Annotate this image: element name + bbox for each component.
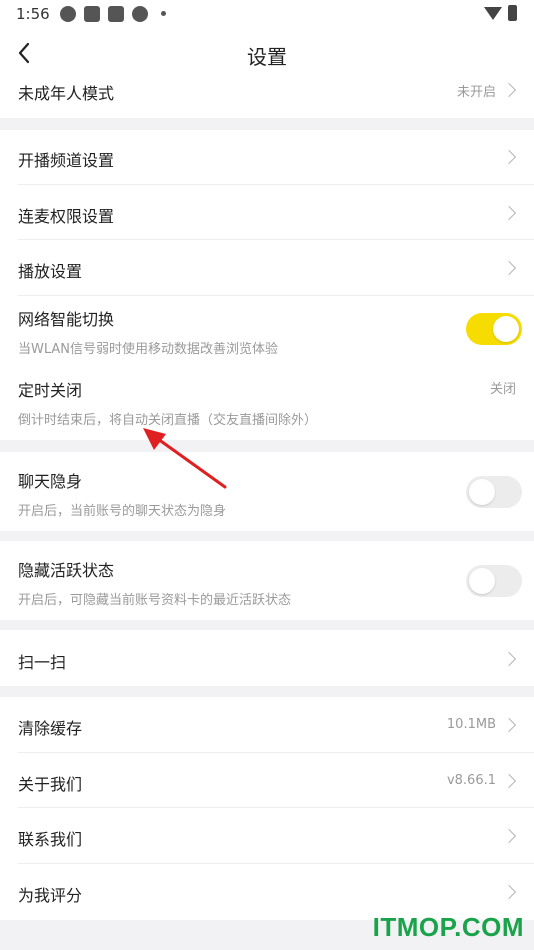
toggle-knob (469, 479, 495, 505)
chevron-right-icon (501, 828, 517, 844)
settings-row-playback[interactable]: 播放设置 (0, 240, 534, 296)
page-title: 设置 (247, 45, 287, 69)
row-label: 为我评分 (18, 886, 83, 905)
row-value: 关闭 (489, 382, 516, 397)
settings-row-scan[interactable]: 扫一扫 (0, 630, 534, 686)
row-label: 播放设置 (18, 262, 83, 281)
section-gap (0, 620, 534, 630)
chevron-right-icon (501, 205, 517, 221)
row-label: 联系我们 (18, 830, 83, 849)
settings-row-clear-cache[interactable]: 清除缓存 10.1MB (0, 697, 534, 753)
section-gap (0, 686, 534, 697)
wifi-icon (484, 7, 502, 20)
section-gap (0, 531, 534, 541)
settings-row-channel[interactable]: 开播频道设置 (0, 130, 534, 185)
row-label: 隐藏活跃状态 (18, 561, 115, 580)
row-label: 扫一扫 (18, 653, 67, 672)
chat-invisible-toggle[interactable] (466, 476, 522, 508)
hide-active-toggle[interactable] (466, 565, 522, 597)
toggle-knob (469, 568, 495, 594)
settings-row-hide-active: 隐藏活跃状态 开启后，可隐藏当前账号资料卡的最近活跃状态 (0, 541, 534, 620)
row-label: 清除缓存 (18, 719, 83, 738)
row-label: 连麦权限设置 (18, 207, 115, 226)
title-bar: 设置 (0, 28, 534, 80)
row-value: 10.1MB (446, 717, 496, 732)
row-value: v8.66.1 (446, 773, 496, 788)
app-notification-icon (132, 6, 148, 22)
settings-row-minor-mode[interactable]: 未成年人模式 未开启 (0, 80, 534, 118)
row-subtitle: 当WLAN信号弱时使用移动数据改善浏览体验 (18, 342, 279, 357)
row-label: 未成年人模式 (18, 84, 115, 103)
status-time: 1:56 (16, 5, 50, 23)
settings-row-timer-off[interactable]: 定时关闭 关闭 倒计时结束后，将自动关闭直播（交友直播间除外） (0, 366, 534, 440)
toggle-knob (493, 316, 519, 342)
section-gap (0, 118, 534, 130)
network-switch-toggle[interactable] (466, 313, 522, 345)
section-gap (0, 440, 534, 452)
settings-row-contact[interactable]: 联系我们 (0, 808, 534, 864)
settings-row-about[interactable]: 关于我们 v8.66.1 (0, 753, 534, 808)
app-notification-icon (60, 6, 76, 22)
settings-row-mic-permission[interactable]: 连麦权限设置 (0, 185, 534, 240)
chevron-right-icon (501, 717, 517, 733)
row-value: 未开启 (456, 85, 496, 100)
row-label: 开播频道设置 (18, 151, 115, 170)
row-subtitle: 倒计时结束后，将自动关闭直播（交友直播间除外） (18, 413, 318, 428)
chevron-right-icon (501, 884, 517, 900)
chevron-right-icon (501, 773, 517, 789)
chevron-right-icon (501, 82, 517, 98)
chevron-right-icon (501, 260, 517, 276)
battery-icon (508, 5, 517, 21)
row-label: 定时关闭 (18, 381, 83, 400)
row-label: 关于我们 (18, 775, 83, 794)
row-subtitle: 开启后，当前账号的聊天状态为隐身 (18, 504, 227, 519)
settings-row-network: 网络智能切换 当WLAN信号弱时使用移动数据改善浏览体验 (0, 296, 534, 366)
app-notification-icon (108, 6, 124, 22)
chevron-right-icon (501, 651, 517, 667)
row-subtitle: 开启后，可隐藏当前账号资料卡的最近活跃状态 (18, 593, 292, 608)
watermark-logo: ITMOP.COM (372, 912, 524, 942)
chevron-right-icon (501, 149, 517, 165)
more-notifications-icon (161, 11, 166, 16)
row-label: 网络智能切换 (18, 310, 115, 329)
status-bar: 1:56 (0, 0, 534, 28)
app-notification-icon (84, 6, 100, 22)
row-label: 聊天隐身 (18, 472, 83, 491)
settings-row-chat-invisible: 聊天隐身 开启后，当前账号的聊天状态为隐身 (0, 452, 534, 531)
